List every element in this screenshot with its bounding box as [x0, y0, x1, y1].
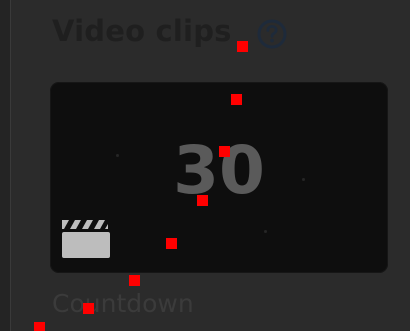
video-clips-panel-root: Video clips 30 Countdown: [0, 0, 410, 331]
decorative-speck: [264, 230, 267, 233]
overlay-marker: [34, 322, 45, 331]
overlay-marker: [166, 238, 177, 249]
question-circle-icon[interactable]: [257, 19, 287, 49]
overlay-marker: [237, 41, 248, 52]
countdown-number: 30: [173, 132, 265, 209]
overlay-marker: [83, 303, 94, 314]
clapperboard-icon: [60, 216, 112, 260]
section-title: Video clips: [52, 14, 232, 48]
overlay-marker: [197, 195, 208, 206]
clip-caption: Countdown: [52, 289, 194, 318]
video-clips-section: Video clips 30 Countdown: [10, 0, 410, 331]
overlay-marker: [231, 94, 242, 105]
overlay-marker: [219, 146, 230, 157]
overlay-marker: [129, 275, 140, 286]
countdown-clip-card[interactable]: 30: [50, 82, 388, 273]
